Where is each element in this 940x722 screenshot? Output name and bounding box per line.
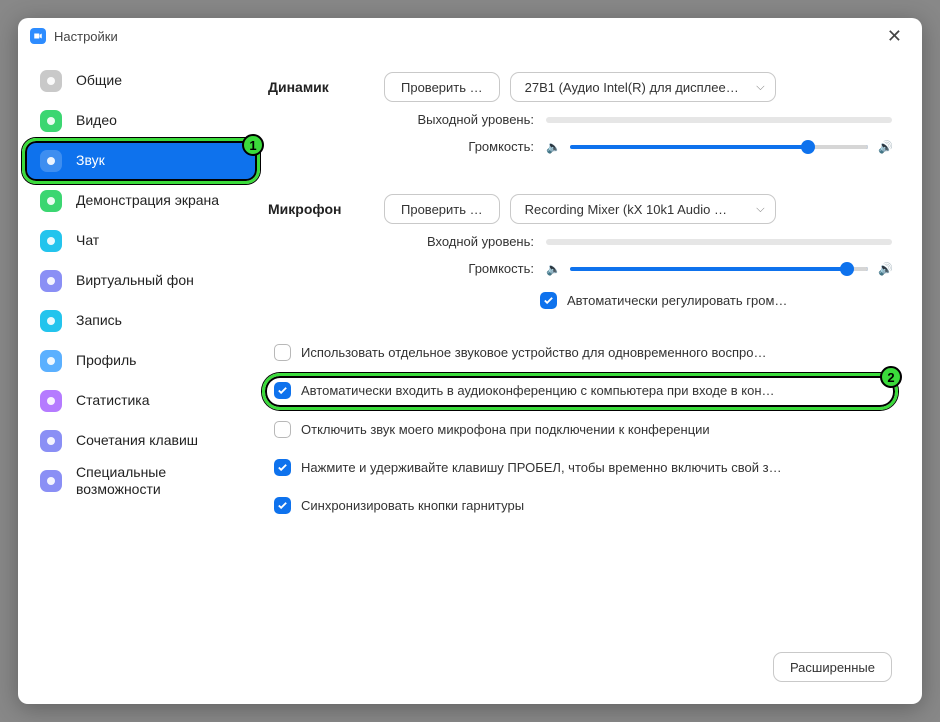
chevron-down-icon: ⌵ (756, 203, 764, 216)
sidebar-item-label: Специальные возможности (76, 464, 242, 499)
speaker-volume-slider[interactable] (570, 145, 868, 149)
settings-window: Настройки ✕ ОбщиеВидеоЗвук1Демонстрация … (18, 18, 922, 704)
keyboard-icon (40, 430, 62, 452)
sidebar-item-label: Статистика (76, 392, 150, 410)
microphone-section-label: Микрофон (268, 201, 384, 217)
speaker-test-button[interactable]: Проверить … (384, 72, 500, 102)
speaker-section-label: Динамик (268, 79, 384, 95)
microphone-volume-slider[interactable] (570, 267, 868, 271)
option-label: Автоматически входить в аудиоконференцию… (301, 382, 886, 400)
option-row-2: Отключить звук моего микрофона при подкл… (268, 417, 892, 443)
speaker-device-select[interactable]: 27B1 (Аудио Intel(R) для дисплее… ⌵ (510, 72, 776, 102)
annotation-marker-1: 1 (242, 134, 264, 156)
speaker-output-level-bar (546, 117, 892, 123)
sidebar-item-2[interactable]: Звук1 (26, 142, 256, 180)
window-title: Настройки (54, 29, 118, 44)
sidebar-item-0[interactable]: Общие (26, 62, 256, 100)
stats-icon (40, 390, 62, 412)
auto-adjust-label: Автоматически регулировать гром… (567, 292, 886, 310)
option-label: Нажмите и удерживайте клавишу ПРОБЕЛ, чт… (301, 459, 886, 477)
option-checkbox-1[interactable] (274, 382, 291, 399)
option-row-0: Использовать отдельное звуковое устройст… (268, 340, 892, 366)
speaker-output-level-label: Выходной уровень: (384, 112, 534, 127)
close-icon[interactable]: ✕ (879, 22, 910, 51)
sidebar-item-label: Звук (76, 152, 105, 170)
microphone-device-value: Recording Mixer (kX 10k1 Audio … (525, 202, 727, 217)
chat-icon (40, 230, 62, 252)
accessibility-icon (40, 470, 62, 492)
sidebar-item-9[interactable]: Сочетания клавиш (26, 422, 256, 460)
sidebar-item-8[interactable]: Статистика (26, 382, 256, 420)
share-icon (40, 190, 62, 212)
option-checkbox-3[interactable] (274, 459, 291, 476)
sidebar-item-label: Демонстрация экрана (76, 192, 219, 210)
sidebar: Общие Видео Звук1 Демонстрация экрана Чат Вир… (18, 54, 256, 704)
option-row-3: Нажмите и удерживайте клавишу ПРОБЕЛ, чт… (268, 455, 892, 481)
auto-adjust-checkbox[interactable] (540, 292, 557, 309)
sidebar-item-5[interactable]: Виртуальный фон (26, 262, 256, 300)
sidebar-item-label: Профиль (76, 352, 136, 370)
gear-icon (40, 70, 62, 92)
volume-low-icon: 🔈 (546, 140, 560, 154)
option-label: Отключить звук моего микрофона при подкл… (301, 421, 886, 439)
annotation-marker-2: 2 (880, 366, 902, 388)
speaker-device-value: 27B1 (Аудио Intel(R) для дисплее… (525, 80, 739, 95)
sidebar-item-label: Виртуальный фон (76, 272, 194, 290)
advanced-button[interactable]: Расширенные (773, 652, 892, 682)
content-pane: Динамик Проверить … 27B1 (Аудио Intel(R)… (256, 54, 922, 704)
microphone-device-select[interactable]: Recording Mixer (kX 10k1 Audio … ⌵ (510, 194, 776, 224)
option-row-1: Автоматически входить в аудиоконференцию… (268, 378, 892, 404)
option-checkbox-2[interactable] (274, 421, 291, 438)
sidebar-item-label: Запись (76, 312, 122, 330)
sidebar-item-label: Сочетания клавиш (76, 432, 198, 450)
microphone-input-level-bar (546, 239, 892, 245)
record-icon (40, 310, 62, 332)
sidebar-item-label: Чат (76, 232, 99, 250)
background-icon (40, 270, 62, 292)
sidebar-item-3[interactable]: Демонстрация экрана (26, 182, 256, 220)
speaker-volume-label: Громкость: (384, 139, 534, 154)
sidebar-item-6[interactable]: Запись (26, 302, 256, 340)
sidebar-item-1[interactable]: Видео (26, 102, 256, 140)
volume-low-icon: 🔈 (546, 262, 560, 276)
chevron-down-icon: ⌵ (756, 81, 764, 94)
sidebar-item-label: Видео (76, 112, 117, 130)
microphone-test-button[interactable]: Проверить … (384, 194, 500, 224)
profile-icon (40, 350, 62, 372)
volume-high-icon: 🔊 (878, 262, 892, 276)
option-checkbox-4[interactable] (274, 497, 291, 514)
option-label: Использовать отдельное звуковое устройст… (301, 344, 886, 362)
option-row-4: Синхронизировать кнопки гарнитуры (268, 493, 892, 519)
sidebar-item-10[interactable]: Специальные возможности (26, 462, 256, 500)
camera-icon (40, 110, 62, 132)
microphone-volume-label: Громкость: (384, 261, 534, 276)
sidebar-item-7[interactable]: Профиль (26, 342, 256, 380)
app-icon (30, 28, 46, 44)
sidebar-item-label: Общие (76, 72, 122, 90)
option-label: Синхронизировать кнопки гарнитуры (301, 497, 886, 515)
volume-high-icon: 🔊 (878, 140, 892, 154)
sidebar-item-4[interactable]: Чат (26, 222, 256, 260)
microphone-input-level-label: Входной уровень: (384, 234, 534, 249)
titlebar: Настройки ✕ (18, 18, 922, 54)
option-checkbox-0[interactable] (274, 344, 291, 361)
headphones-icon (40, 150, 62, 172)
